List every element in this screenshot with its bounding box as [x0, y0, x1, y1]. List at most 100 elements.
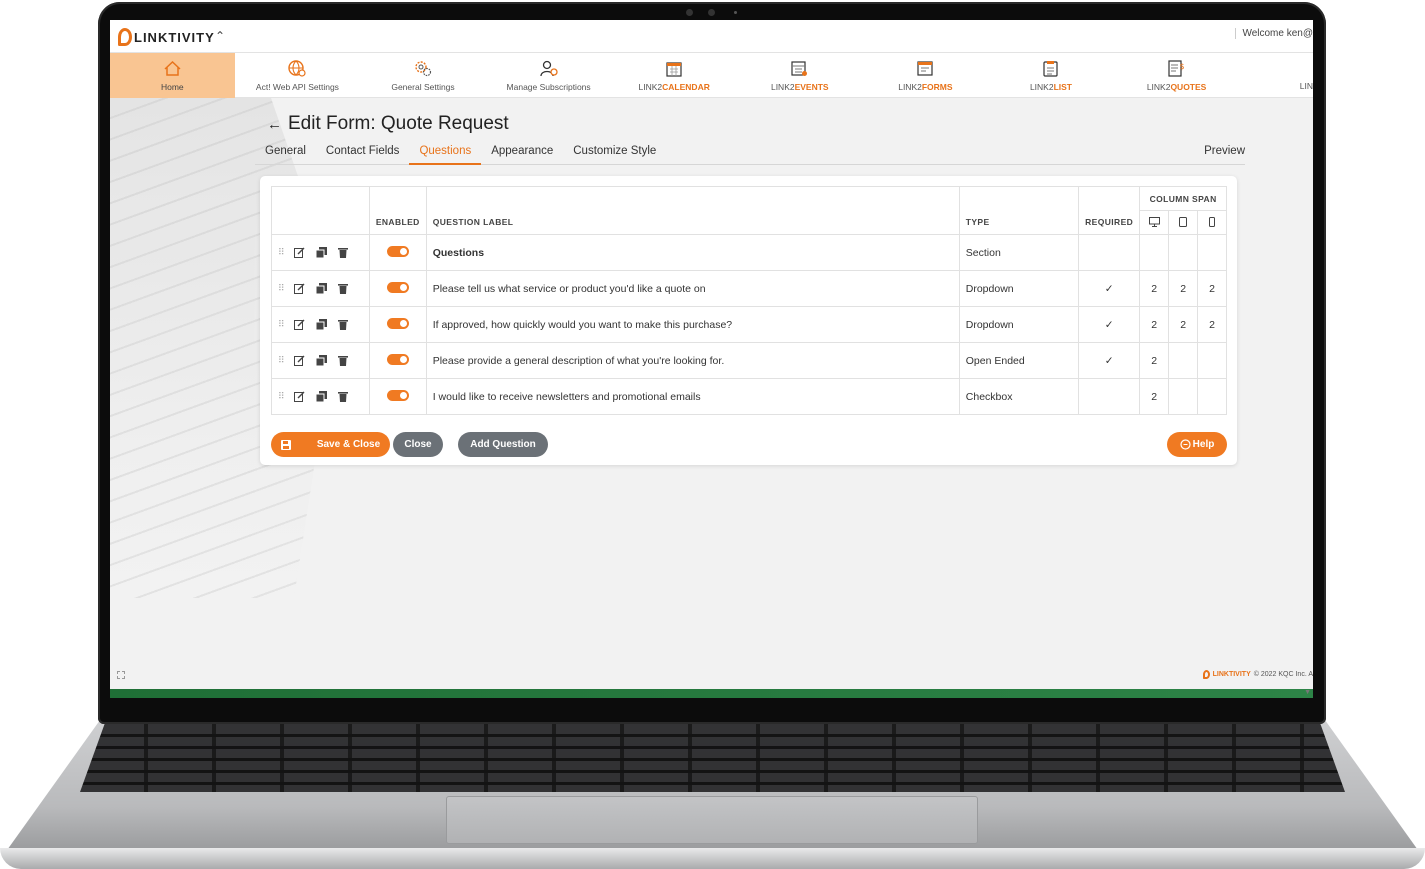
tab-appearance[interactable]: Appearance — [481, 137, 563, 165]
required-cell — [1078, 378, 1141, 415]
mobile-icon — [1209, 216, 1216, 227]
table-row[interactable]: ⠿ I would like to receive newsletters an… — [271, 378, 1227, 415]
duplicate-icon[interactable] — [315, 283, 327, 294]
enabled-toggle[interactable] — [386, 317, 409, 329]
nav-label: LINK2EVENTS — [770, 81, 829, 92]
row-actions: ⠿ — [271, 342, 370, 379]
required-cell: ✓ — [1078, 270, 1141, 307]
enabled-toggle[interactable] — [386, 353, 409, 365]
page-title-text: Edit Form: Quote Request — [288, 113, 509, 134]
required-cell — [1078, 234, 1141, 271]
question-label-cell[interactable]: Questions — [425, 234, 960, 271]
duplicate-icon[interactable] — [315, 319, 327, 330]
footer-logo-text: LINKTIVITY — [1212, 671, 1251, 678]
tablet-span-cell — [1168, 342, 1199, 379]
enabled-toggle[interactable] — [386, 389, 409, 401]
nav-link2events[interactable]: LINK2EVENTS — [737, 53, 863, 98]
edit-icon[interactable] — [293, 283, 305, 294]
main-nav: Home Act! Web API Settings General Setti… — [110, 53, 1313, 98]
row-actions: ⠿ — [271, 378, 370, 415]
indicator-light-icon — [734, 11, 737, 14]
tablet-icon — [1179, 216, 1188, 227]
scroll-down-icon[interactable]: ▼ — [1304, 689, 1311, 696]
gears-icon — [414, 60, 432, 77]
question-label-cell[interactable]: Please tell us what service or product y… — [425, 270, 960, 307]
drag-handle-icon[interactable]: ⠿ — [278, 247, 284, 258]
user-gear-icon — [539, 60, 558, 77]
welcome-user[interactable]: Welcome ken@ — [1235, 28, 1313, 39]
svg-text:$: $ — [1180, 62, 1185, 71]
logo-mark-icon — [118, 28, 132, 46]
enabled-cell — [368, 234, 427, 271]
nav-general-settings[interactable]: General Settings — [360, 53, 486, 98]
mobile-span-cell — [1197, 378, 1227, 415]
table-row[interactable]: ⠿ If approved, how quickly would you wan… — [271, 306, 1227, 343]
tab-general[interactable]: General — [255, 137, 316, 165]
edit-icon[interactable] — [293, 355, 305, 366]
help-button[interactable]: Help — [1167, 432, 1227, 457]
type-cell: Dropdown — [958, 306, 1080, 343]
question-label-cell[interactable]: Please provide a general description of … — [425, 342, 960, 379]
add-question-button[interactable]: Add Question — [458, 432, 548, 457]
enabled-toggle[interactable] — [386, 281, 409, 293]
trash-icon[interactable] — [337, 391, 348, 402]
question-label-cell[interactable]: If approved, how quickly would you want … — [425, 306, 960, 343]
nav-manage-subscriptions[interactable]: Manage Subscriptions — [486, 53, 612, 98]
row-actions: ⠿ — [271, 234, 370, 271]
laptop-base-edge — [0, 848, 1425, 869]
fullscreen-icon[interactable] — [117, 671, 125, 679]
chevron-up-icon[interactable]: ⌃ — [215, 29, 225, 43]
desktop-icon — [1148, 216, 1160, 227]
question-label-cell[interactable]: I would like to receive newsletters and … — [425, 378, 960, 415]
edit-icon[interactable] — [293, 247, 305, 258]
column-span-header: COLUMN SPAN — [1139, 186, 1227, 211]
events-calendar-icon — [791, 60, 809, 77]
table-header-top: ENABLED QUESTION LABEL TYPE REQUIRED COL… — [271, 186, 1227, 235]
table-row[interactable]: ⠿ Questions Section — [271, 234, 1227, 271]
edit-icon[interactable] — [293, 391, 305, 402]
type-cell: Open Ended — [958, 342, 1080, 379]
drag-handle-icon[interactable]: ⠿ — [278, 355, 284, 366]
nav-link2calendar[interactable]: LINK2CALENDAR — [611, 53, 737, 98]
back-arrow-icon[interactable]: ← — [267, 116, 282, 133]
close-button[interactable]: Close — [393, 432, 443, 457]
duplicate-icon[interactable] — [315, 247, 327, 258]
app-screen: LINKTIVITY ⌃ Welcome ken@ Home Act! Web … — [110, 20, 1313, 698]
trash-icon[interactable] — [337, 319, 348, 330]
type-cell: Checkbox — [958, 378, 1080, 415]
nav-label: Act! Web API Settings — [255, 81, 339, 92]
desktop-span-cell: 2 — [1139, 306, 1170, 343]
nav-link2list[interactable]: LINK2LIST — [988, 53, 1114, 98]
enabled-toggle[interactable] — [386, 245, 409, 257]
linktivity-logo[interactable]: LINKTIVITY — [118, 28, 215, 46]
row-actions: ⠿ — [271, 306, 370, 343]
logo-text: LINKTIVITY — [134, 29, 215, 45]
tablet-span-cell — [1168, 378, 1199, 415]
nav-home[interactable]: Home — [110, 53, 235, 98]
trash-icon[interactable] — [337, 283, 348, 294]
tab-customize-style[interactable]: Customize Style — [563, 137, 666, 165]
table-row[interactable]: ⠿ Please tell us what service or product… — [271, 270, 1227, 307]
duplicate-icon[interactable] — [315, 355, 327, 366]
trash-icon[interactable] — [337, 355, 348, 366]
drag-handle-icon[interactable]: ⠿ — [278, 283, 284, 294]
table-row[interactable]: ⠿ Please provide a general description o… — [271, 342, 1227, 379]
tab-contact-fields[interactable]: Contact Fields — [316, 137, 410, 165]
drag-handle-icon[interactable]: ⠿ — [278, 391, 284, 402]
quote-document-icon: $ — [1168, 59, 1186, 77]
drag-handle-icon[interactable]: ⠿ — [278, 319, 284, 330]
nav-link2-more[interactable]: LIN — [1239, 53, 1313, 98]
save-close-button[interactable]: Save & Close — [271, 432, 390, 457]
nav-label: General Settings — [391, 81, 455, 92]
nav-link2forms[interactable]: LINK2FORMS — [863, 53, 989, 98]
desktop-span-cell: 2 — [1139, 342, 1170, 379]
trash-icon[interactable] — [337, 247, 348, 258]
tab-questions[interactable]: Questions — [409, 137, 482, 165]
nav-link2quotes[interactable]: $ LINK2QUOTES — [1114, 53, 1240, 98]
duplicate-icon[interactable] — [315, 391, 327, 402]
nav-act-web-api-settings[interactable]: Act! Web API Settings — [235, 53, 361, 98]
enabled-cell — [368, 306, 427, 343]
help-chat-icon — [1180, 439, 1191, 450]
edit-icon[interactable] — [293, 319, 305, 330]
preview-link[interactable]: Preview — [1194, 137, 1245, 165]
